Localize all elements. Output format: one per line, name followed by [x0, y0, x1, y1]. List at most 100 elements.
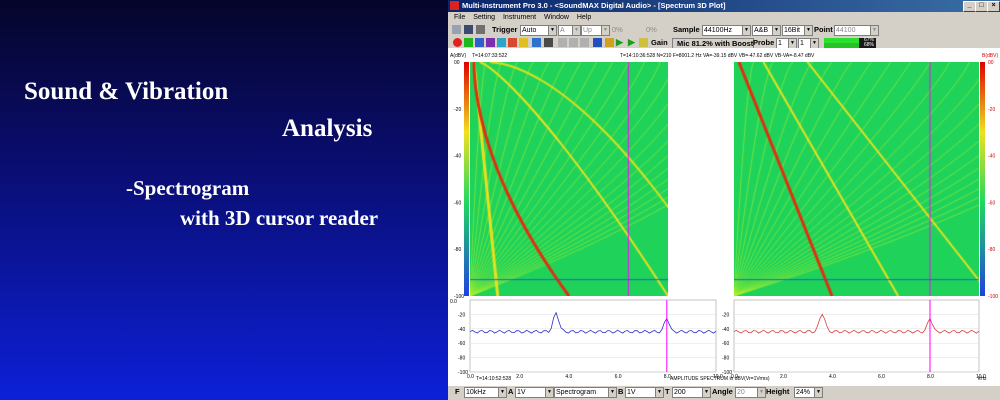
cursor-icon[interactable] — [569, 38, 578, 47]
spectrum-a-y-tick-label: -80 — [458, 356, 465, 362]
phase-icon[interactable] — [486, 38, 495, 47]
angle-label: Angle — [712, 387, 733, 396]
chevron-down-icon: ▼ — [772, 26, 780, 35]
chevron-down-icon: ▼ — [702, 388, 710, 397]
t-select[interactable]: 200 ▼ — [672, 387, 711, 398]
left-unit-label: A(dBV) — [450, 53, 467, 59]
print-icon[interactable] — [476, 25, 485, 34]
point-value: 44100 — [836, 27, 856, 34]
y-tick-label-right: -20 — [988, 107, 995, 113]
spectrogram-icon[interactable] — [532, 38, 541, 47]
chevron-down-icon: ▼ — [498, 388, 506, 397]
chevron-down-icon: ▼ — [804, 26, 812, 35]
chevron-down-icon: ▼ — [545, 388, 553, 397]
app-icon — [450, 1, 459, 10]
probe-label: Probe — [753, 38, 775, 47]
bits-select[interactable]: 16Bit ▼ — [782, 25, 813, 36]
height-label: Height — [766, 387, 790, 396]
y-tick-label-left: -40 — [454, 154, 461, 160]
oscilloscope-icon[interactable] — [464, 38, 473, 47]
a-range-select[interactable]: 1V ▼ — [515, 387, 554, 398]
chevron-down-icon: ▼ — [810, 39, 818, 48]
color-scale-right — [980, 62, 985, 296]
spectrum-a-x-tick-label: 4.0 — [565, 374, 572, 380]
y-tick-label-left: -20 — [454, 107, 461, 113]
y-tick-label-left: -60 — [454, 200, 461, 206]
dds-icon[interactable] — [519, 38, 528, 47]
angle-value: 20 — [737, 389, 745, 396]
marker-icon[interactable] — [580, 38, 589, 47]
menu-help[interactable]: Help — [577, 14, 591, 21]
trigger-level-2: 0% — [646, 25, 657, 34]
window-title: Multi-Instrument Pro 3.0 - <SoundMAX Dig… — [462, 1, 726, 10]
window-titlebar[interactable]: Multi-Instrument Pro 3.0 - <SoundMAX Dig… — [448, 0, 1000, 12]
spectrum-a-y-tick-label: -20 — [458, 312, 465, 318]
new-icon[interactable] — [452, 25, 461, 34]
t-label: T — [665, 387, 670, 396]
spectrum-title: AMPLITUDE SPECTRUM in dBV(Vr=1Vrms) — [670, 376, 770, 382]
chevron-down-icon: ▼ — [608, 388, 616, 397]
subtitle-line-1: -Spectrogram — [126, 176, 250, 200]
plot3d-icon[interactable] — [544, 38, 553, 47]
y-tick-label-right: 00 — [988, 60, 994, 66]
point-label: Point — [814, 25, 833, 34]
title-line-2: Analysis — [282, 115, 373, 142]
multimeter-icon[interactable] — [497, 38, 506, 47]
chevron-down-icon: ▼ — [572, 26, 580, 35]
point-select[interactable]: 44100 ▼ — [834, 25, 879, 36]
f-label: F — [455, 387, 460, 396]
menu-instrument[interactable]: Instrument — [503, 14, 536, 21]
tools-icon[interactable] — [593, 38, 602, 47]
y-tick-label-right: -40 — [988, 154, 995, 160]
b-label: B — [618, 387, 624, 396]
trigger-channel-select[interactable]: A ▼ — [558, 25, 581, 36]
chevron-down-icon: ▼ — [548, 26, 556, 35]
frequency-range-select[interactable]: 10kHz ▼ — [464, 387, 507, 398]
display-mode-select[interactable]: Spectrogram ▼ — [554, 387, 617, 398]
right-unit-label: B(dBV) — [982, 53, 999, 59]
zoom-icon[interactable] — [605, 38, 614, 47]
subtitle-line-2: with 3D cursor reader — [180, 206, 379, 230]
chevron-down-icon: ▼ — [742, 26, 750, 35]
spectrum-a-x-tick-label: 0.0 — [467, 374, 474, 380]
trigger-edge-select[interactable]: Up ▼ — [581, 25, 610, 36]
spectrum-b-x-tick-label: 2.0 — [780, 374, 787, 380]
chevron-down-icon: ▼ — [601, 26, 609, 35]
spectrum-3d-plot[interactable]: 00 00 -20 -20 -40 -40 -60 -60 -80 -80 -100 -100 -20-… — [448, 48, 1000, 386]
close-button[interactable]: × — [987, 1, 1000, 12]
save-icon[interactable] — [464, 25, 473, 34]
lock-icon[interactable] — [558, 38, 567, 47]
trigger-edge-value: Up — [583, 27, 592, 34]
generator-icon[interactable] — [508, 38, 517, 47]
menu-window[interactable]: Window — [544, 14, 569, 21]
channels-select[interactable]: A&B ▼ — [752, 25, 781, 36]
trigger-value: Auto — [522, 27, 537, 34]
spectrum-icon[interactable] — [475, 38, 484, 47]
chevron-down-icon: ▼ — [788, 39, 796, 48]
run-icon[interactable]: ▶ — [616, 37, 623, 47]
menu-file[interactable]: File — [454, 14, 465, 21]
spectrum-b-y-tick-label: -60 — [722, 341, 729, 347]
spectrum-b-y-tick-label: -80 — [722, 356, 729, 362]
input-level-meter: 67% 68% — [824, 38, 876, 48]
record-icon[interactable] — [453, 38, 462, 47]
channels-value: A&B — [754, 27, 769, 34]
app-window: Multi-Instrument Pro 3.0 - <SoundMAX Dig… — [448, 0, 1000, 400]
run-once-icon[interactable]: ▶ — [628, 37, 635, 47]
a-label: A — [508, 387, 514, 396]
angle-input[interactable]: 20 ▼ — [735, 387, 766, 398]
height-input[interactable]: 24% ▼ — [794, 387, 823, 398]
display-mode-value: Spectrogram — [556, 389, 597, 396]
gain-label: Gain — [651, 38, 668, 47]
t-value: 200 — [674, 389, 686, 396]
spectrum-b-y-tick-label: -40 — [722, 327, 729, 333]
gain-icon[interactable] — [639, 38, 648, 47]
spectrum-a-frame — [469, 299, 717, 373]
sample-rate-select[interactable]: 44100Hz ▼ — [702, 25, 751, 36]
trigger-level-1: 0% — [612, 25, 623, 34]
trigger-select[interactable]: Auto ▼ — [520, 25, 557, 36]
menu-setting[interactable]: Setting — [473, 14, 495, 21]
sample-rate-value: 44100Hz — [704, 27, 733, 34]
title-line-1: Sound & Vibration — [24, 78, 229, 105]
b-range-select[interactable]: 1V ▼ — [625, 387, 664, 398]
